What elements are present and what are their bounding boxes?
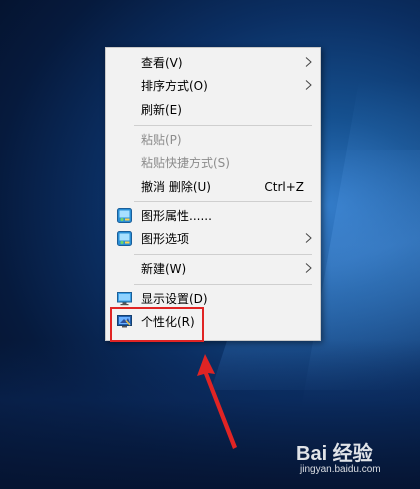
menu-item-label: 图形选项 — [141, 232, 190, 246]
menu-item-sort-by[interactable]: 排序方式(O) — [106, 75, 320, 97]
menu-item-label: 刷新(E) — [141, 103, 182, 117]
watermark-brand: Bai 经验 — [296, 443, 373, 465]
menu-item-graphics-properties[interactable]: 图形属性...... — [106, 205, 320, 227]
menu-item-shortcut: Ctrl+Z — [264, 180, 304, 194]
menu-item-label: 图形属性...... — [141, 209, 212, 223]
menu-item-new[interactable]: 新建(W) — [106, 258, 320, 280]
menu-item-label: 新建(W) — [141, 262, 187, 276]
annotation-arrow-icon — [197, 354, 237, 449]
menu-item-label: 粘贴(P) — [141, 133, 182, 147]
chevron-right-icon — [305, 57, 312, 67]
menu-item-paste-shortcut: 粘贴快捷方式(S) — [106, 152, 320, 174]
menu-item-undo-delete[interactable]: 撤消 删除(U) Ctrl+Z — [106, 176, 320, 198]
menu-item-paste: 粘贴(P) — [106, 129, 320, 151]
chevron-right-icon — [305, 263, 312, 273]
baidu-jingyan-watermark: Bai 经验 jingyan.baidu.com — [296, 437, 416, 487]
annotation-highlight-box — [110, 307, 204, 342]
intel-graphics-icon — [117, 231, 132, 246]
menu-item-label: 排序方式(O) — [141, 79, 208, 93]
desktop-context-menu: 查看(V) 排序方式(O) 刷新(E) 粘贴(P) 粘贴快捷方式(S) 撤消 删… — [105, 47, 321, 341]
menu-item-label: 粘贴快捷方式(S) — [141, 156, 230, 170]
watermark-url: jingyan.baidu.com — [300, 464, 381, 475]
intel-graphics-icon — [117, 208, 132, 223]
menu-separator — [134, 254, 312, 255]
chevron-right-icon — [305, 233, 312, 243]
display-settings-icon — [117, 292, 132, 306]
menu-item-graphics-options[interactable]: 图形选项 — [106, 228, 320, 250]
menu-separator — [134, 125, 312, 126]
menu-item-label: 显示设置(D) — [141, 292, 208, 306]
menu-item-refresh[interactable]: 刷新(E) — [106, 99, 320, 121]
menu-separator — [134, 201, 312, 202]
menu-item-label: 撤消 删除(U) — [141, 180, 211, 194]
chevron-right-icon — [305, 80, 312, 90]
menu-separator — [134, 284, 312, 285]
menu-item-view[interactable]: 查看(V) — [106, 52, 320, 74]
menu-item-label: 查看(V) — [141, 56, 183, 70]
